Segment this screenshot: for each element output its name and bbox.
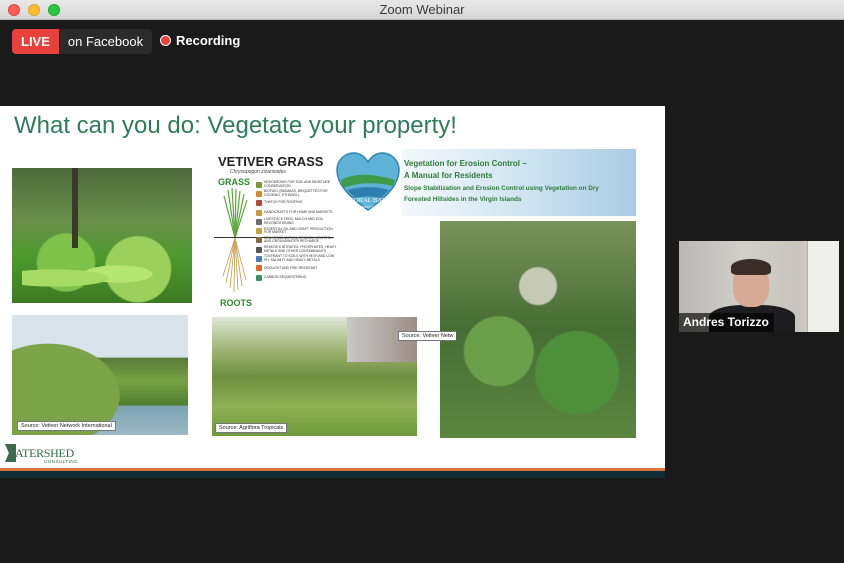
livestock-icon [256,218,262,225]
list-item: LIVESTOCK FEED, MULCH AND SOIL RECONDITI… [256,217,338,226]
video-background-door [807,241,839,332]
coral-bay-name: CORAL BAY [350,197,387,204]
vetiver-uses-list: HEDGEROWS FOR SOIL AND MOISTURE CONSERVA… [256,180,338,282]
photo-caption: Source: Agriflora Tropicals [215,423,288,433]
recording-dot-icon [160,35,171,46]
vetiver-grass-infographic: VETIVER GRASS Chrysopogon zizanioides GR… [200,152,336,312]
watershed-logo-subtext: CONSULTING [44,459,79,464]
live-badge: LIVE [12,29,59,54]
list-item: REMOVES NITRATES, PHOSPHATES, HEAVY META… [256,245,338,254]
live-stream-indicator[interactable]: LIVE on Facebook [12,29,153,54]
manual-title-line1: Vegetation for Erosion Control – [404,159,527,168]
list-item: SOIL STABILIZATION, EROSION CONTROL, AND… [256,236,338,245]
participant-video-tile[interactable]: Andres Torizzo [679,241,839,332]
hedgerow-icon [256,181,262,188]
photo-caption: Source: Vetiver Netw [398,331,457,341]
list-item: DROUGHT AND FIRE RESISTANT [256,264,338,273]
manual-subtitle-line2: Forested Hillsides in the Virgin Islands [404,196,522,203]
carbon-icon [256,274,262,281]
list-item: HEDGEROWS FOR SOIL AND MOISTURE CONSERVA… [256,180,338,189]
participant-name: Andres Torizzo [679,313,774,332]
shared-slide: What can you do: Vegetate your property!… [0,106,665,478]
biofuel-icon [256,190,262,197]
list-item: THATCH FOR ROOFING [256,199,338,208]
terraced-slope-photo [212,317,417,436]
erosion-manual-banner: Vegetation for Erosion Control – A Manua… [401,149,636,216]
vetiver-roots-label: ROOTS [220,298,253,308]
slide-title: What can you do: Vegetate your property! [14,112,457,139]
recording-label: Recording [176,33,241,48]
photo-caption: Source: Vetiver Network International [17,421,116,431]
vetiver-title: VETIVER GRASS [218,154,324,169]
list-item: HANDICRAFTS FOR HOME AND MARKETS [256,208,338,217]
tolerance-icon [256,256,262,263]
manual-title-line2: A Manual for Residents [404,171,493,180]
list-item: BIOFUEL (BIOMASS, BRIQUETTES FOR COOKING… [256,189,338,198]
vetiver-canal-bank-photo [12,315,188,435]
coral-bay-council: Community Council [352,204,385,209]
list-item: CARBON SEQUESTERING [256,273,338,282]
essential-oil-icon [256,228,262,235]
live-destination: on Facebook [58,29,153,54]
list-item: ESSENTIAL OIL AND CRAFT PRODUCTION FOR M… [256,226,338,235]
fire-resistant-icon [256,265,262,272]
list-item: TOLERANT TO SOILS WITH HIGH AND LOW PH, … [256,254,338,263]
handicraft-icon [256,209,262,216]
coral-bay-heart-logo: CORAL BAY Community Council [336,152,400,211]
soil-stabilization-icon [256,237,262,244]
participant-hair [731,259,771,275]
garden-plants-photo [12,168,192,303]
contaminant-removal-icon [256,246,262,253]
manual-subtitle-line1: Slope Stabilization and Erosion Control … [404,185,599,192]
window-titlebar: Zoom Webinar [0,0,844,20]
window-title: Zoom Webinar [379,2,465,17]
thatch-icon [256,200,262,207]
recording-indicator[interactable]: Recording [160,33,240,48]
vetiver-subtitle: Chrysopogon zizanioides [230,169,286,175]
vetiver-plant-icon [222,188,248,293]
vetiver-grass-label: GRASS [218,177,251,187]
forest-hillside-photo [440,221,636,438]
slide-footer-band [0,471,665,478]
